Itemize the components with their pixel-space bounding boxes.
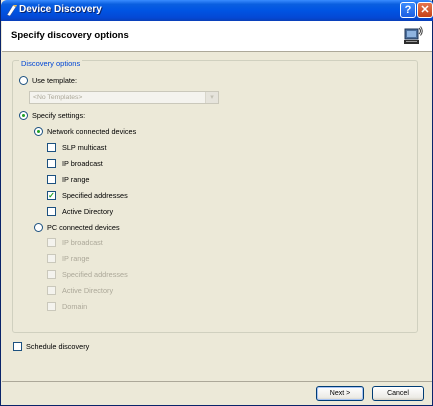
- schedule-discovery-option[interactable]: Schedule discovery: [13, 342, 89, 351]
- next-button[interactable]: Next >: [316, 386, 364, 401]
- use-template-option[interactable]: Use template:: [19, 76, 77, 85]
- slp-multicast-checkbox[interactable]: [47, 143, 56, 152]
- pc-active-directory-checkbox: [47, 286, 56, 295]
- use-template-radio[interactable]: [19, 76, 28, 85]
- template-select-value: <No Templates>: [33, 94, 83, 101]
- pc-devices-radio[interactable]: [34, 223, 43, 232]
- close-button[interactable]: ✕: [417, 2, 433, 18]
- networked-computer-icon: [404, 26, 423, 44]
- pc-ip-broadcast-label: IP broadcast: [62, 238, 103, 247]
- ip-broadcast-option[interactable]: IP broadcast: [47, 159, 103, 168]
- slp-multicast-option[interactable]: SLP multicast: [47, 143, 106, 152]
- pc-specified-addresses-checkbox: [47, 270, 56, 279]
- chevron-down-icon: ▾: [205, 92, 218, 103]
- footer-divider: [2, 381, 432, 382]
- template-select: <No Templates> ▾: [29, 91, 219, 104]
- pc-devices-option[interactable]: PC connected devices: [34, 223, 120, 232]
- wizard-header: Specify discovery options: [2, 21, 432, 52]
- ip-broadcast-checkbox[interactable]: [47, 159, 56, 168]
- active-directory-option[interactable]: Active Directory: [47, 207, 113, 216]
- pc-ip-broadcast-checkbox: [47, 238, 56, 247]
- specify-settings-option[interactable]: Specify settings:: [19, 111, 85, 120]
- network-devices-radio[interactable]: [34, 127, 43, 136]
- close-icon: ✕: [420, 4, 430, 16]
- ip-broadcast-label: IP broadcast: [62, 159, 103, 168]
- pc-domain-label: Domain: [62, 302, 88, 311]
- active-directory-label: Active Directory: [62, 207, 114, 216]
- specified-addresses-checkbox[interactable]: ✓: [47, 191, 56, 200]
- discovery-options-legend: Discovery options: [19, 59, 83, 68]
- specified-addresses-option[interactable]: ✓ Specified addresses: [47, 191, 128, 200]
- pc-devices-label: PC connected devices: [47, 223, 120, 232]
- ip-range-option[interactable]: IP range: [47, 175, 89, 184]
- network-devices-label: Network connected devices: [47, 127, 137, 136]
- pc-domain-checkbox: [47, 302, 56, 311]
- title-bar[interactable]: Device Discovery ? ✕: [1, 0, 433, 21]
- use-template-label: Use template:: [32, 76, 78, 85]
- pc-domain-option: Domain: [47, 302, 87, 311]
- pc-ip-range-checkbox: [47, 254, 56, 263]
- pc-specified-addresses-option: Specified addresses: [47, 270, 128, 279]
- pc-active-directory-label: Active Directory: [62, 286, 114, 295]
- device-discovery-icon: [7, 4, 17, 16]
- page-title: Specify discovery options: [11, 30, 129, 41]
- active-directory-checkbox[interactable]: [47, 207, 56, 216]
- ip-range-label: IP range: [62, 175, 90, 184]
- schedule-discovery-checkbox[interactable]: [13, 342, 22, 351]
- specified-addresses-label: Specified addresses: [62, 191, 128, 200]
- pc-ip-range-option: IP range: [47, 254, 89, 263]
- specify-settings-radio[interactable]: [19, 111, 28, 120]
- window-title: Device Discovery: [19, 4, 102, 15]
- schedule-discovery-label: Schedule discovery: [26, 342, 90, 351]
- slp-multicast-label: SLP multicast: [62, 143, 107, 152]
- network-devices-option[interactable]: Network connected devices: [34, 127, 136, 136]
- specify-settings-label: Specify settings:: [32, 111, 86, 120]
- help-icon: ?: [404, 4, 412, 16]
- help-button[interactable]: ?: [400, 2, 416, 18]
- pc-active-directory-option: Active Directory: [47, 286, 113, 295]
- cancel-button[interactable]: Cancel: [372, 386, 424, 401]
- pc-ip-range-label: IP range: [62, 254, 90, 263]
- pc-ip-broadcast-option: IP broadcast: [47, 238, 103, 247]
- pc-specified-addresses-label: Specified addresses: [62, 270, 128, 279]
- device-discovery-window: Device Discovery ? ✕ Specify discovery o…: [0, 0, 433, 406]
- ip-range-checkbox[interactable]: [47, 175, 56, 184]
